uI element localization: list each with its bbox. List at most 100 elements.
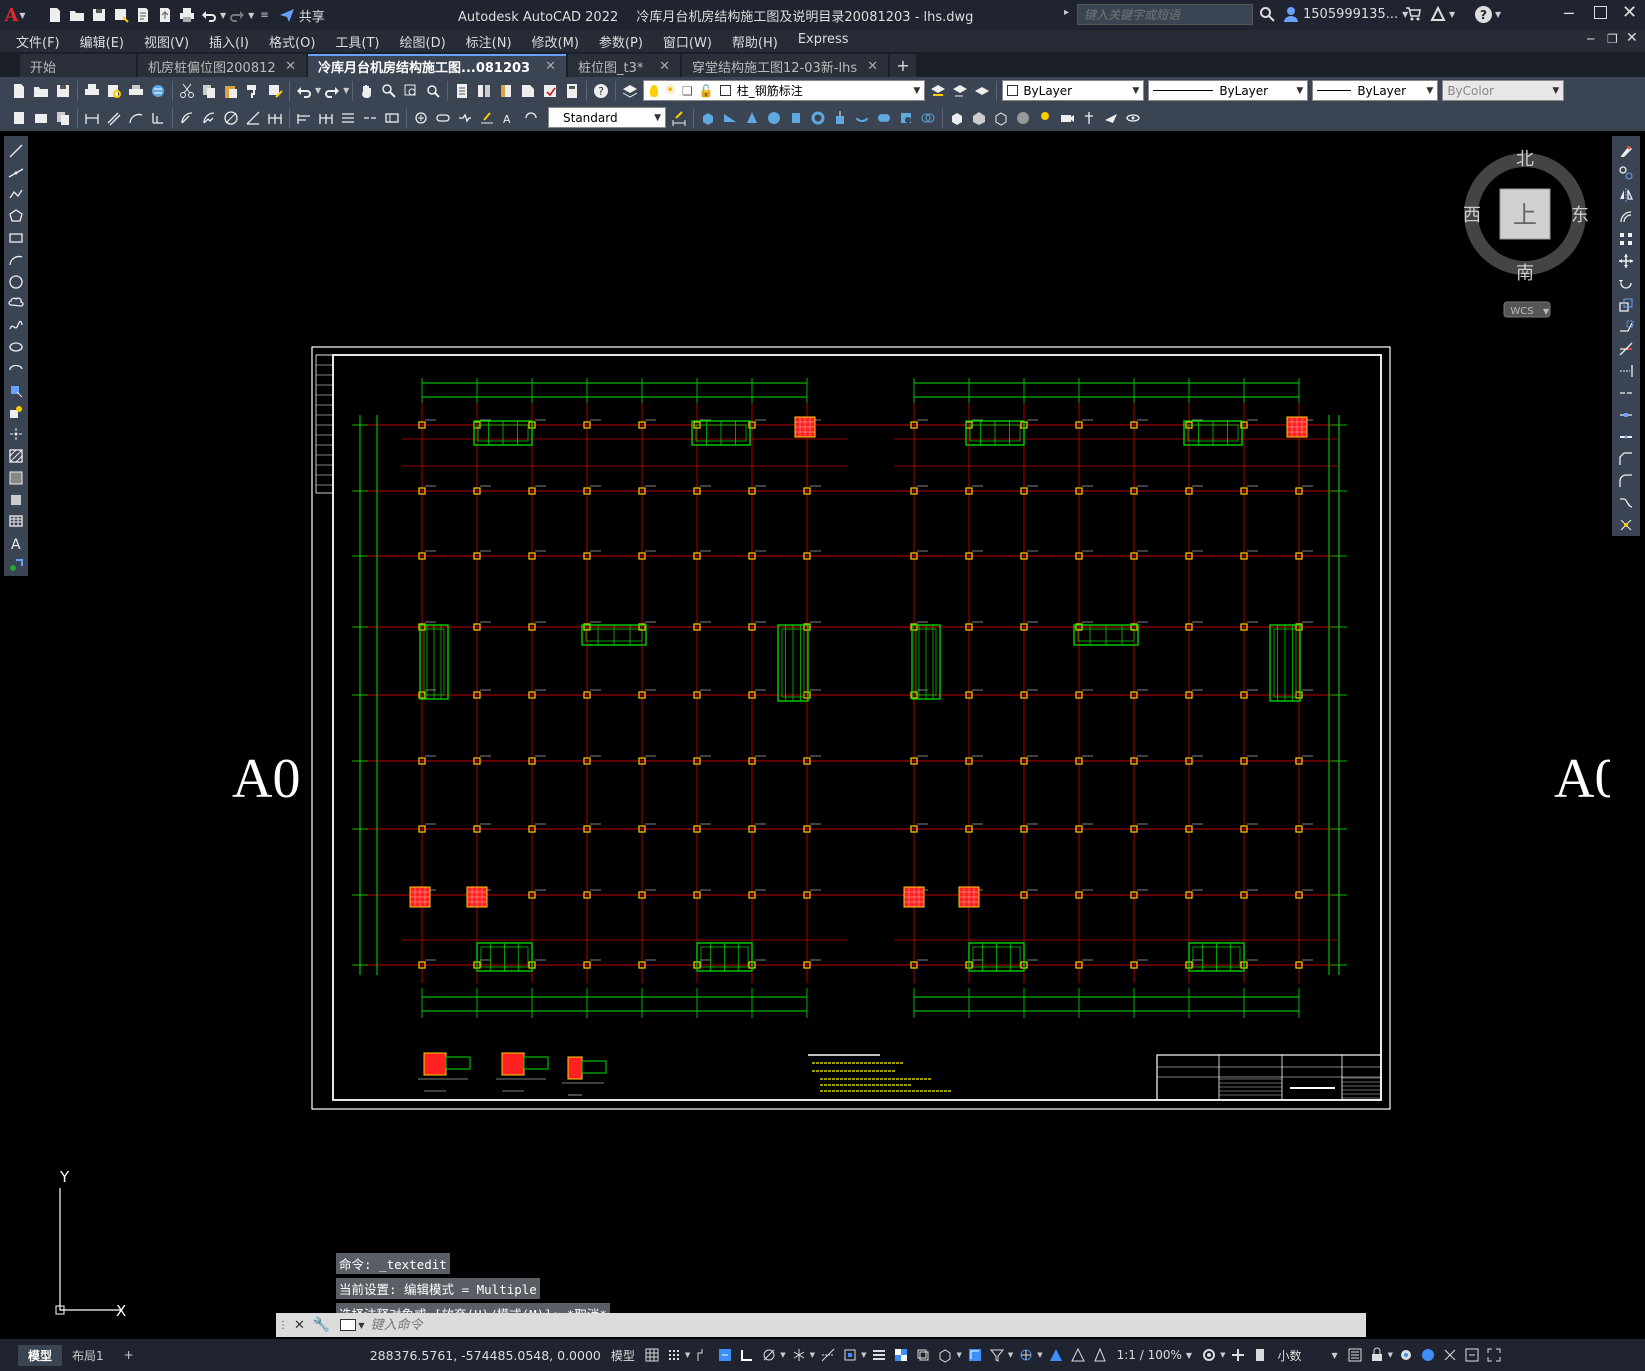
solid-cylinder-button[interactable] <box>786 108 806 128</box>
command-input[interactable] <box>370 1317 1271 1333</box>
explode-button[interactable] <box>1616 515 1636 535</box>
polar-tracking-button[interactable] <box>758 1344 780 1366</box>
close-icon[interactable]: ✕ <box>294 1318 305 1333</box>
quick-dim-button[interactable] <box>265 108 285 128</box>
orbit-button[interactable] <box>1123 108 1143 128</box>
extend-button[interactable] <box>1616 361 1636 381</box>
render-button[interactable] <box>969 108 989 128</box>
file-tab-2[interactable]: 冷库月台机房结构施工图...081203 - lhs* ✕ <box>308 54 566 77</box>
menu-item-7[interactable]: 标注(N) <box>456 32 522 51</box>
search-button[interactable] <box>1259 6 1275 26</box>
chevron-down-icon[interactable]: ▼ <box>1186 1351 1192 1360</box>
dim-edit-button[interactable] <box>477 108 497 128</box>
solid-cone-button[interactable] <box>742 108 762 128</box>
compass-west[interactable]: 西 <box>1463 205 1481 226</box>
chevron-down-icon[interactable]: ▼ <box>1331 1351 1337 1360</box>
dynamic-input-button[interactable] <box>714 1344 736 1366</box>
window-close-button[interactable]: ✕ <box>1622 2 1637 23</box>
offset-button[interactable] <box>1616 207 1636 227</box>
open-web-button[interactable] <box>133 5 153 25</box>
lock-ui-button[interactable] <box>1366 1344 1388 1366</box>
window-maximize-button[interactable] <box>1594 6 1607 19</box>
gizmo-button[interactable] <box>1015 1344 1037 1366</box>
close-tab-icon[interactable]: ✕ <box>545 59 556 74</box>
hatch-button[interactable] <box>6 446 26 466</box>
dimension-style-button[interactable] <box>669 108 689 128</box>
light-button[interactable] <box>1035 108 1055 128</box>
workspace-switching-button[interactable] <box>1198 1344 1220 1366</box>
clean-screen-button[interactable] <box>1439 1344 1461 1366</box>
camera-button[interactable] <box>1057 108 1077 128</box>
plot-tool-button[interactable] <box>82 81 102 101</box>
menu-item-12[interactable]: Express <box>788 32 859 51</box>
auto-scale-button[interactable] <box>1067 1344 1089 1366</box>
join-button[interactable] <box>1616 427 1636 447</box>
plot-preview-button[interactable] <box>104 81 124 101</box>
line-button[interactable] <box>6 141 26 161</box>
chevron-down-icon[interactable]: ▼ <box>220 11 226 20</box>
multiline-text-button[interactable]: A <box>6 533 26 553</box>
arc-button[interactable] <box>6 250 26 270</box>
infer-constraints-button[interactable] <box>692 1344 714 1366</box>
mirror-button[interactable] <box>1616 185 1636 205</box>
cut-button[interactable] <box>177 81 197 101</box>
solid-torus-button[interactable] <box>808 108 828 128</box>
region-button[interactable] <box>6 490 26 510</box>
sheet-set-button[interactable] <box>518 81 538 101</box>
array-button[interactable] <box>1616 229 1636 249</box>
subtract-button[interactable] <box>896 108 916 128</box>
redo-tool-button[interactable] <box>322 81 342 101</box>
shade-button[interactable] <box>947 108 967 128</box>
fillet-button[interactable] <box>1616 471 1636 491</box>
chevron-down-icon[interactable]: ▼ <box>780 1351 785 1359</box>
ellipse-button[interactable] <box>6 337 26 357</box>
dim-update-button[interactable] <box>521 108 541 128</box>
intersect-button[interactable] <box>918 108 938 128</box>
doc-restore-button[interactable]: ❐ <box>1607 32 1618 46</box>
make-current-layer-button[interactable] <box>928 81 948 101</box>
chevron-down-icon[interactable]: ▼ <box>1388 1351 1393 1359</box>
ordinate-dim-button[interactable] <box>148 108 168 128</box>
pan-button[interactable] <box>357 81 377 101</box>
zoom-window-button[interactable] <box>401 81 421 101</box>
compass-east[interactable]: 东 <box>1571 205 1589 226</box>
help-button[interactable]: ? ▼ <box>1475 6 1501 23</box>
annotation-scale[interactable]: 1:1 / 100% <box>1117 1348 1182 1362</box>
object-snap-button[interactable] <box>839 1344 861 1366</box>
model-tab[interactable]: 模型 <box>18 1344 63 1366</box>
quick-properties-button[interactable] <box>1249 1344 1271 1366</box>
new-button[interactable] <box>9 81 29 101</box>
edit-button[interactable] <box>9 108 29 128</box>
menu-item-6[interactable]: 绘图(D) <box>390 32 456 51</box>
recent-commands-button[interactable]: ▼ <box>340 1319 365 1331</box>
quick-properties-panel-button[interactable] <box>1344 1344 1366 1366</box>
angular-dim-button[interactable] <box>243 108 263 128</box>
text-style-combo[interactable]: Standard ▼ <box>548 107 666 128</box>
chamfer-button[interactable] <box>1616 449 1636 469</box>
arc-length-button[interactable] <box>126 108 146 128</box>
stretch-button[interactable] <box>1616 317 1636 337</box>
layer-properties-button[interactable] <box>620 81 640 101</box>
window-minimize-button[interactable]: ─ <box>1564 4 1574 23</box>
copy-button[interactable] <box>199 81 219 101</box>
visual-style-button[interactable] <box>991 108 1011 128</box>
zoom-realtime-button[interactable] <box>379 81 399 101</box>
snap-mode-button[interactable] <box>663 1344 685 1366</box>
make-block-button[interactable] <box>6 403 26 423</box>
jogged-linear-button[interactable] <box>455 108 475 128</box>
isolate-objects-button[interactable] <box>1395 1344 1417 1366</box>
file-tab-3[interactable]: 桩位图_t3* ✕ <box>568 54 680 77</box>
annotation-visibility-button[interactable] <box>1045 1344 1067 1366</box>
cursor-coordinates[interactable]: 288376.5761, -574485.0548, 0.0000 <box>370 1348 601 1363</box>
chevron-down-icon[interactable]: ▼ <box>1037 1351 1042 1359</box>
jogged-dim-button[interactable] <box>199 108 219 128</box>
point-button[interactable] <box>6 424 26 444</box>
color-combo[interactable]: ByLayer ▼ <box>1002 80 1145 101</box>
union-button[interactable] <box>874 108 894 128</box>
open-button[interactable] <box>31 81 51 101</box>
open-file-button[interactable] <box>67 5 87 25</box>
menu-item-11[interactable]: 帮助(H) <box>722 32 788 51</box>
search-expand-icon[interactable]: ▸ <box>1064 7 1069 18</box>
spline-button[interactable] <box>6 315 26 335</box>
chevron-down-icon[interactable]: ▼ <box>956 1351 961 1359</box>
